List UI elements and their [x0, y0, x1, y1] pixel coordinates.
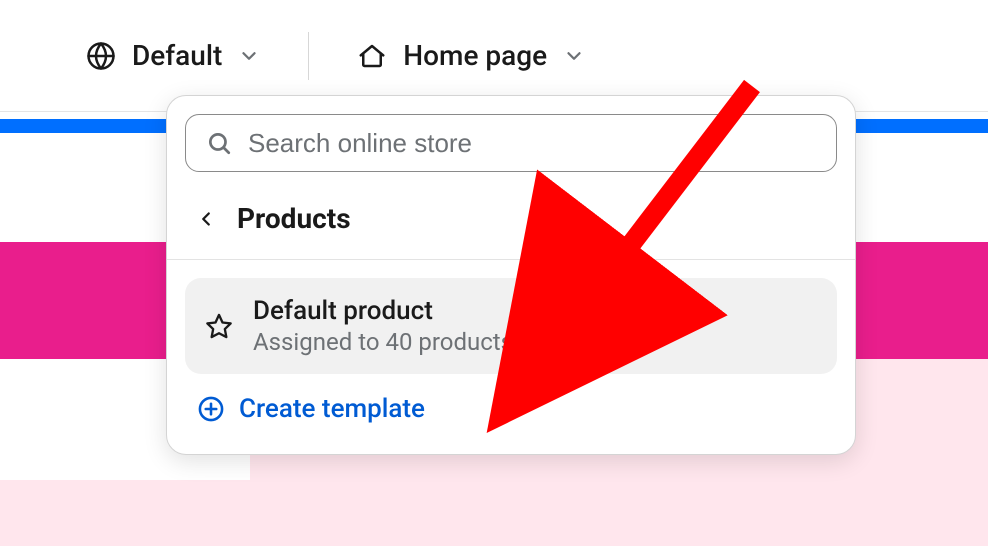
create-template-label: Create template	[239, 394, 425, 424]
theme-selector-label: Default	[132, 39, 222, 72]
template-item-text: Default product Assigned to 40 products	[253, 296, 513, 356]
section-header-products[interactable]: Products	[185, 172, 837, 259]
search-field[interactable]	[185, 114, 837, 172]
toolbar-divider	[308, 32, 309, 80]
theme-selector[interactable]: Default	[86, 39, 260, 72]
template-item-subtitle: Assigned to 40 products	[253, 328, 513, 356]
popover-divider	[167, 259, 855, 260]
section-header-label: Products	[237, 202, 351, 235]
chevron-down-icon	[563, 45, 585, 67]
chevron-left-icon[interactable]	[195, 208, 217, 230]
home-icon	[357, 41, 387, 71]
template-item-title: Default product	[253, 296, 513, 326]
star-icon	[205, 312, 233, 340]
page-selector[interactable]: Home page	[357, 39, 585, 72]
plus-circle-icon	[197, 395, 225, 423]
template-picker-popover: Products Default product Assigned to 40 …	[166, 95, 856, 455]
search-icon	[206, 130, 232, 156]
template-item-default-product[interactable]: Default product Assigned to 40 products	[185, 278, 837, 374]
create-template-button[interactable]: Create template	[185, 374, 837, 444]
page-selector-label: Home page	[403, 39, 547, 72]
chevron-down-icon	[238, 45, 260, 67]
globe-icon	[86, 41, 116, 71]
search-input[interactable]	[248, 128, 816, 159]
